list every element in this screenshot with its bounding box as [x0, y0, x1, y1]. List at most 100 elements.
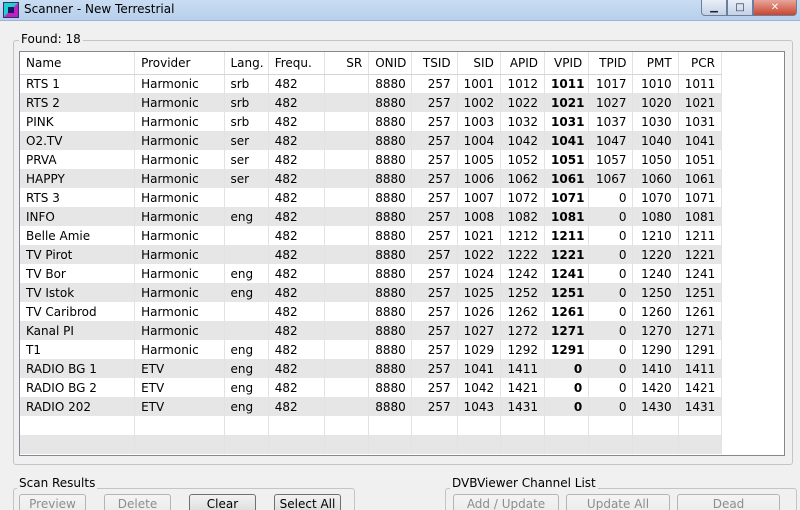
- cell-lang: eng: [224, 359, 269, 378]
- column-header-tpid[interactable]: TPID: [588, 52, 634, 75]
- cell-tpid: 0: [588, 226, 634, 245]
- cell-pcr: 1241: [678, 264, 723, 283]
- table-row[interactable]: RADIO BG 2 ETV eng 482 8880 257 1042 1421 0 0 1420…: [20, 378, 723, 397]
- cell-pcr: 1251: [678, 283, 723, 302]
- table-row[interactable]: TV Bor Harmonic eng 482 8880 257 1024 1242 1241 0…: [20, 264, 723, 283]
- cell-frequ: 482: [268, 188, 325, 207]
- cell-tpid: 1037: [588, 112, 634, 131]
- column-header-frequ[interactable]: Frequ.: [268, 52, 325, 75]
- cell-provider: Harmonic: [134, 74, 225, 93]
- table-row[interactable]: RTS 3 Harmonic 482 8880 257 1007 1072 1071 0 1070…: [20, 188, 723, 207]
- table-row[interactable]: O2.TV Harmonic ser 482 8880 257 1004 1042 1041 10…: [20, 131, 723, 150]
- column-header-pmt[interactable]: PMT: [632, 52, 679, 75]
- cell-provider: Harmonic: [134, 264, 225, 283]
- cell-lang: [224, 302, 269, 321]
- cell-sr: [324, 188, 370, 207]
- table-row[interactable]: TV Istok Harmonic eng 482 8880 257 1025 1252 125…: [20, 283, 723, 302]
- channel-grid[interactable]: Name Provider Lang. Frequ. SR ONID TSID SID APID…: [19, 51, 785, 456]
- column-header-vpid[interactable]: VPID: [544, 52, 590, 75]
- table-row[interactable]: TV Caribrod Harmonic 482 8880 257 1026 1262 126…: [20, 302, 723, 321]
- add-update-button[interactable]: Add / Update: [453, 494, 559, 510]
- update-all-button[interactable]: Update All: [566, 494, 670, 510]
- column-header-onid[interactable]: ONID: [368, 52, 413, 75]
- cell-name: INFO: [20, 207, 136, 226]
- cell-sr: [324, 207, 370, 226]
- cell-apid: 1062: [500, 169, 546, 188]
- table-row[interactable]: RADIO BG 1 ETV eng 482 8880 257 1041 1411 0 0 1410…: [20, 359, 723, 378]
- cell-onid: 8880: [368, 226, 413, 245]
- cell-lang: ser: [224, 169, 269, 188]
- cell-frequ: 482: [268, 302, 325, 321]
- column-header-name[interactable]: Name: [20, 52, 136, 75]
- column-header-sid[interactable]: SID: [457, 52, 501, 75]
- close-button[interactable]: ✕: [753, 0, 797, 16]
- table-row[interactable]: RADIO 202 ETV eng 482 8880 257 1043 1431 0 0 1430 1…: [20, 397, 723, 416]
- cell-apid: 1032: [500, 112, 546, 131]
- cell-name: TV Bor: [20, 264, 136, 283]
- cell-apid: 1292: [500, 340, 546, 359]
- cell-vpid: 1011: [544, 74, 590, 93]
- channel-list-label: DVBViewer Channel List: [450, 476, 598, 490]
- column-header-tsid[interactable]: TSID: [411, 52, 458, 75]
- cell-provider: Harmonic: [134, 150, 225, 169]
- table-row[interactable]: PINK Harmonic srb 482 8880 257 1003 1032 1031 103…: [20, 112, 723, 131]
- cell-apid: 1022: [500, 93, 546, 112]
- column-header-lang[interactable]: Lang.: [224, 52, 269, 75]
- table-row[interactable]: TV Pirot Harmonic 482 8880 257 1022 1222 1221 0 1…: [20, 245, 723, 264]
- cell-vpid: 1071: [544, 188, 590, 207]
- table-row[interactable]: HAPPY Harmonic ser 482 8880 257 1006 1062 1061 10…: [20, 169, 723, 188]
- column-header-apid[interactable]: APID: [500, 52, 546, 75]
- cell-pmt: 1420: [632, 378, 679, 397]
- cell-tpid: 1057: [588, 150, 634, 169]
- column-header-provider[interactable]: Provider: [134, 52, 225, 75]
- column-header-sr[interactable]: SR: [324, 52, 370, 75]
- window-title: Scanner - New Terrestrial: [24, 2, 175, 16]
- cell-pmt: 1040: [632, 131, 679, 150]
- table-row[interactable]: Belle Amie Harmonic 482 8880 257 1021 1212 1211…: [20, 226, 723, 245]
- table-row[interactable]: RTS 2 Harmonic srb 482 8880 257 1002 1022 1021 10…: [20, 93, 723, 112]
- cell-sr: [324, 93, 370, 112]
- cell-sid: 1021: [457, 226, 501, 245]
- delete-button[interactable]: Delete: [104, 494, 171, 510]
- cell-lang: ser: [224, 150, 269, 169]
- cell-frequ: 482: [268, 245, 325, 264]
- cell-pmt: 1410: [632, 359, 679, 378]
- table-row[interactable]: RTS 1 Harmonic srb 482 8880 257 1001 1012 1011 10…: [20, 74, 723, 93]
- cell-lang: ser: [224, 131, 269, 150]
- cell-tpid: 0: [588, 302, 634, 321]
- dead-channels-button[interactable]: Dead Channels...: [677, 494, 780, 510]
- cell-sid: 1001: [457, 74, 501, 93]
- column-header-pcr[interactable]: PCR: [678, 52, 723, 75]
- table-row[interactable]: INFO Harmonic eng 482 8880 257 1008 1082 1081 0 10…: [20, 207, 723, 226]
- cell-tsid: 257: [411, 93, 458, 112]
- cell-tsid: 257: [411, 378, 458, 397]
- cell-tsid: 257: [411, 226, 458, 245]
- maximize-button[interactable]: □: [727, 0, 753, 16]
- cell-tsid: 257: [411, 245, 458, 264]
- scan-results-label: Scan Results: [17, 476, 98, 490]
- cell-lang: srb: [224, 74, 269, 93]
- cell-sid: 1043: [457, 397, 501, 416]
- clear-button[interactable]: Clear: [189, 494, 256, 510]
- cell-frequ: 482: [268, 131, 325, 150]
- table-row[interactable]: T1 Harmonic eng 482 8880 257 1029 1292 1291 0 1290…: [20, 340, 723, 359]
- cell-tsid: 257: [411, 359, 458, 378]
- cell-pcr: 1261: [678, 302, 723, 321]
- cell-provider: ETV: [134, 397, 225, 416]
- cell-onid: 8880: [368, 74, 413, 93]
- table-row[interactable]: PRVA Harmonic ser 482 8880 257 1005 1052 1051 105…: [20, 150, 723, 169]
- cell-provider: Harmonic: [134, 302, 225, 321]
- cell-pmt: 1020: [632, 93, 679, 112]
- cell-vpid: 1241: [544, 264, 590, 283]
- cell-tpid: 0: [588, 188, 634, 207]
- cell-lang: eng: [224, 340, 269, 359]
- select-all-button[interactable]: Select All: [274, 494, 341, 510]
- cell-vpid: 1081: [544, 207, 590, 226]
- table-row[interactable]: Kanal PI Harmonic 482 8880 257 1027 1272 1271 0 1…: [20, 321, 723, 340]
- cell-onid: 8880: [368, 169, 413, 188]
- cell-vpid: 1251: [544, 283, 590, 302]
- cell-provider: Harmonic: [134, 131, 225, 150]
- preview-button[interactable]: Preview: [19, 494, 86, 510]
- cell-pcr: 1031: [678, 112, 723, 131]
- minimize-button[interactable]: ▁: [701, 0, 727, 16]
